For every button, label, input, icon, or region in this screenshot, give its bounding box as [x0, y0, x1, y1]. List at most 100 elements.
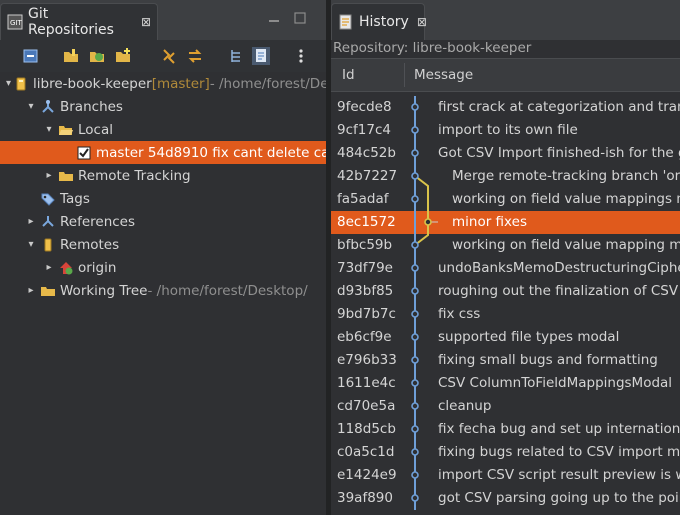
maximize-icon[interactable] — [294, 12, 306, 24]
git-icon: GIT — [7, 14, 23, 30]
tree-item-label: Remote Tracking — [78, 167, 191, 184]
commit-node — [411, 425, 419, 433]
graph-branch-lane — [414, 175, 429, 246]
commit-message: cleanup — [438, 398, 492, 414]
commit-node — [411, 126, 419, 134]
tree-item-master[interactable]: master 54d8910 fix cant delete ca — [0, 141, 326, 164]
tree-item-references[interactable]: ▸ References — [0, 210, 326, 233]
clone-repository-icon[interactable] — [88, 47, 106, 65]
tree-item-remote[interactable]: ▸ Remote Tracking — [0, 164, 326, 187]
tree-item-label: libre-book-keeper — [33, 75, 152, 92]
svg-text:GIT: GIT — [10, 19, 22, 27]
commit-message: working on field value mappings m — [452, 191, 680, 207]
commit-message: undoBanksMemoDestructuringCiphe — [438, 260, 680, 276]
commit-node — [411, 149, 419, 157]
expand-toggle-icon[interactable]: ▸ — [24, 216, 38, 227]
minimize-icon[interactable] — [268, 12, 280, 24]
commit-message: Got CSV Import finished-ish for the g — [438, 145, 680, 161]
close-icon[interactable]: ⊠ — [417, 15, 427, 29]
expand-toggle-icon[interactable]: ▾ — [6, 78, 11, 89]
expand-toggle-icon[interactable]: ▾ — [42, 124, 56, 135]
repositories-toolbar — [0, 40, 326, 72]
folder-open-icon — [58, 122, 74, 138]
commit-node — [411, 448, 419, 456]
column-header-id[interactable]: Id — [342, 67, 355, 83]
repository-path: - /home/forest/Desktop/ — [209, 75, 326, 92]
branches-icon — [40, 99, 56, 115]
tab-history[interactable]: History ⊠ — [331, 3, 427, 40]
fetch-icon[interactable] — [160, 47, 178, 65]
expand-toggle-icon[interactable]: ▾ — [24, 101, 38, 112]
references-icon — [40, 214, 56, 230]
folder-icon — [58, 168, 74, 184]
history-table-header: Id Message — [331, 58, 680, 92]
repository-label: Repository: libre-book-keeper — [333, 40, 532, 56]
tree-item-label: master 54d8910 fix cant delete ca — [96, 144, 326, 161]
expand-toggle-icon[interactable]: ▾ — [24, 239, 38, 250]
commit-node — [411, 264, 419, 272]
commit-node — [411, 310, 419, 318]
commit-node — [411, 379, 419, 387]
create-repository-icon[interactable] — [114, 47, 132, 65]
tags-icon — [40, 191, 56, 207]
commit-node — [411, 333, 419, 341]
working-tree-icon — [40, 283, 56, 299]
history-icon — [338, 14, 354, 30]
tab-label: Git Repositories — [28, 6, 114, 38]
add-repository-icon[interactable] — [62, 47, 80, 65]
tree-item-label: Working Tree — [60, 282, 148, 299]
commit-message: Merge remote-tracking branch 'ori — [452, 168, 680, 184]
commit-message: import CSV script result preview is w — [438, 467, 680, 483]
git-repositories-view: GIT Git Repositories ⊠ ▾ libre-book-keep… — [0, 0, 326, 515]
tree-item-label: Local — [78, 121, 113, 138]
commit-message: fixing small bugs and formatting — [438, 352, 658, 368]
branch-checked-out-icon — [76, 145, 92, 161]
repository-path: - /home/forest/Desktop/ — [147, 282, 308, 299]
commit-node — [411, 494, 419, 502]
commit-message: fix css — [438, 306, 481, 322]
commit-node — [411, 103, 419, 111]
commit-message: roughing out the finalization of CSV p — [438, 283, 680, 299]
remotes-icon — [40, 237, 56, 253]
current-branch-label: [master] — [151, 75, 210, 92]
commit-node — [411, 356, 419, 364]
link-with-selection-icon[interactable] — [252, 47, 270, 65]
tree-item-remotes[interactable]: ▾ Remotes — [0, 233, 326, 256]
tree-item-label: References — [60, 213, 136, 230]
commit-message: supported file types modal — [438, 329, 620, 345]
collapse-all-icon[interactable] — [22, 47, 40, 65]
commit-node — [411, 241, 419, 249]
left-tab-bar: GIT Git Repositories ⊠ — [0, 0, 326, 40]
commit-message: import to its own file — [438, 122, 578, 138]
view-menu-icon[interactable] — [292, 47, 310, 65]
tree-item-label: origin — [78, 259, 117, 276]
push-pull-icon[interactable] — [186, 47, 204, 65]
close-icon[interactable]: ⊠ — [141, 15, 151, 29]
tab-git-repositories[interactable]: GIT Git Repositories ⊠ — [0, 3, 158, 40]
commit-message: got CSV parsing going up to the poin — [438, 490, 680, 506]
commit-message: CSV ColumnToFieldMappingsModal — [438, 375, 673, 391]
commit-message: first crack at categorization and tran — [438, 99, 680, 115]
commit-node — [411, 195, 419, 203]
expand-toggle-icon[interactable]: ▸ — [42, 262, 56, 273]
commit-node — [411, 402, 419, 410]
tree-item-label: Branches — [60, 98, 123, 115]
commit-node — [411, 471, 419, 479]
tree-item-tags[interactable]: Tags — [0, 187, 326, 210]
repository-icon — [13, 76, 29, 92]
tree-item-working[interactable]: ▸ Working Tree - /home/forest/Desktop/ — [0, 279, 326, 302]
hierarchical-layout-icon[interactable] — [228, 47, 246, 65]
tree-item-origin[interactable]: ▸ origin — [0, 256, 326, 279]
tree-item-libre-book-keeper[interactable]: ▾ libre-book-keeper [master] - /home/fore… — [0, 72, 326, 95]
commit-message: minor fixes — [452, 214, 527, 230]
remote-icon — [58, 260, 74, 276]
expand-toggle-icon[interactable]: ▸ — [24, 285, 38, 296]
tree-item-branches[interactable]: ▾ Branches — [0, 95, 326, 118]
commit-node — [424, 218, 432, 226]
expand-toggle-icon[interactable]: ▸ — [42, 170, 56, 181]
tree-item-label: Tags — [60, 190, 90, 207]
commit-message: working on field value mapping mo — [452, 237, 680, 253]
column-separator[interactable] — [404, 63, 405, 87]
column-header-message[interactable]: Message — [414, 67, 473, 83]
tree-item-local[interactable]: ▾ Local — [0, 118, 326, 141]
